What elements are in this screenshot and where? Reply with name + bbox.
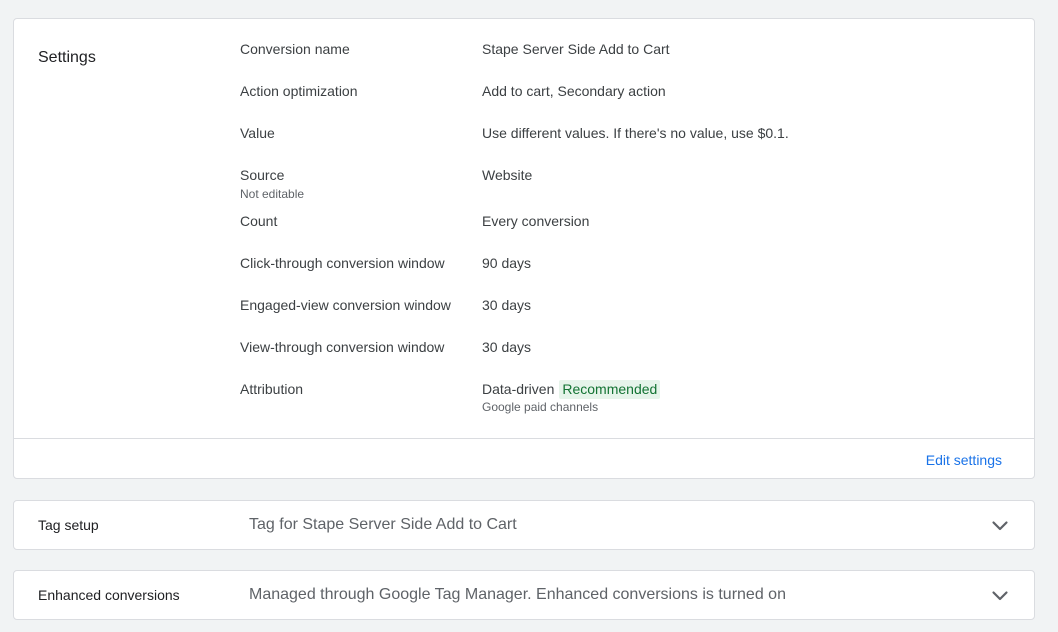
chevron-down-icon[interactable] bbox=[990, 586, 1010, 606]
row-value: 90 days bbox=[482, 255, 532, 271]
row-label: Source bbox=[240, 167, 285, 183]
enhanced-conversions-summary: Managed through Google Tag Manager. Enha… bbox=[249, 586, 786, 603]
row-label: Count bbox=[240, 213, 278, 229]
row-value: Add to cart, Secondary action bbox=[482, 83, 666, 99]
row-label: Value bbox=[240, 125, 275, 141]
attribution-note: Google paid channels bbox=[482, 400, 599, 414]
row-value: 30 days bbox=[482, 297, 532, 313]
row-label: View-through conversion window bbox=[240, 339, 445, 355]
settings-title: Settings bbox=[38, 49, 96, 66]
chevron-down-icon[interactable] bbox=[990, 516, 1010, 536]
settings-card: Settings Conversion name Stape Server Si… bbox=[13, 18, 1035, 479]
settings-divider bbox=[14, 438, 1034, 439]
recommended-badge: Recommended bbox=[559, 380, 661, 399]
row-value: Stape Server Side Add to Cart bbox=[482, 41, 670, 57]
tag-setup-summary: Tag for Stape Server Side Add to Cart bbox=[249, 516, 517, 533]
row-label: Conversion name bbox=[240, 41, 350, 57]
row-value: Every conversion bbox=[482, 213, 590, 229]
row-label: Engaged-view conversion window bbox=[240, 297, 451, 313]
row-value: Use different values. If there's no valu… bbox=[482, 125, 789, 141]
row-label: Attribution bbox=[240, 381, 304, 397]
row-value: 30 days bbox=[482, 339, 532, 355]
row-value-group: Data-driven Recommended Google paid chann… bbox=[482, 380, 661, 415]
row-label: Action optimization bbox=[240, 83, 358, 99]
row-label-group: Source Not editable bbox=[240, 167, 304, 202]
enhanced-conversions-title: Enhanced conversions bbox=[38, 587, 180, 603]
row-value: Website bbox=[482, 167, 533, 183]
enhanced-conversions-panel[interactable]: Enhanced conversions Managed through Goo… bbox=[13, 570, 1035, 620]
tag-setup-title: Tag setup bbox=[38, 517, 99, 533]
edit-settings-button[interactable]: Edit settings bbox=[926, 452, 1002, 468]
tag-setup-panel[interactable]: Tag setup Tag for Stape Server Side Add … bbox=[13, 500, 1035, 550]
row-label: Click-through conversion window bbox=[240, 255, 445, 271]
attribution-model: Data-driven bbox=[482, 381, 555, 397]
row-label-note: Not editable bbox=[240, 187, 305, 201]
